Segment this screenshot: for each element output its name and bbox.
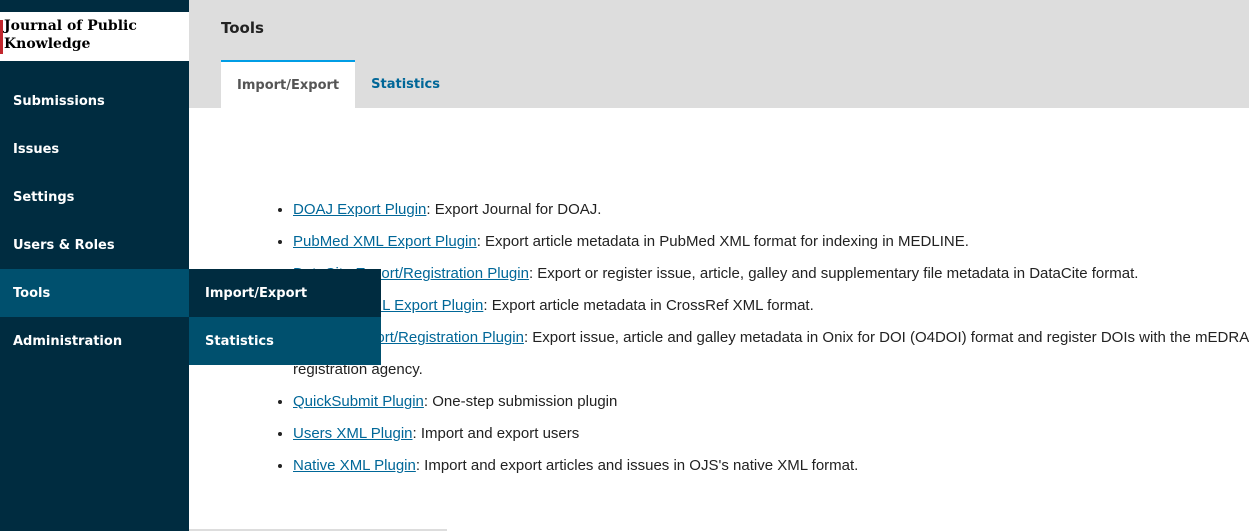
list-item: Native XML Plugin: Import and export art… xyxy=(293,450,1249,482)
tools-flyout-menu: Import/Export Statistics xyxy=(189,269,381,365)
tab-import-export[interactable]: Import/Export xyxy=(221,60,356,108)
sidebar-item-issues[interactable]: Issues xyxy=(0,125,189,173)
tab-bar: Import/Export Statistics xyxy=(221,60,456,108)
plugin-link-native-xml[interactable]: Native XML Plugin xyxy=(293,457,416,474)
list-item: Users XML Plugin: Import and export user… xyxy=(293,418,1249,450)
sidebar-item-submissions[interactable]: Submissions xyxy=(0,77,189,125)
sidebar-item-administration[interactable]: Administration xyxy=(0,317,189,365)
plugin-description: : Export article metadata in CrossRef XM… xyxy=(483,297,814,314)
plugin-link-doaj[interactable]: DOAJ Export Plugin xyxy=(293,201,426,218)
page-header: Tools Import/Export Statistics xyxy=(189,0,1249,108)
plugin-link-pubmed[interactable]: PubMed XML Export Plugin xyxy=(293,233,477,250)
plugin-description: : Export or register issue, article, gal… xyxy=(528,265,1139,282)
logo-mark-icon xyxy=(0,20,3,54)
journal-logo[interactable]: Journal of Public Knowledge xyxy=(0,12,189,61)
plugin-description: : One-step submission plugin xyxy=(423,393,618,410)
sidebar-item-tools[interactable]: Tools xyxy=(0,269,189,317)
plugin-description: : Export article metadata in PubMed XML … xyxy=(476,233,969,250)
plugin-link-quicksubmit[interactable]: QuickSubmit Plugin xyxy=(293,393,424,410)
flyout-item-import-export[interactable]: Import/Export xyxy=(189,269,381,317)
page-title: Tools xyxy=(221,19,264,37)
list-item: mEDRA Export/Registration Plugin: Export… xyxy=(293,322,1249,386)
tab-statistics[interactable]: Statistics xyxy=(355,60,456,108)
plugin-description: : Import and export articles and issues … xyxy=(415,457,859,474)
journal-title: Journal of Public Knowledge xyxy=(4,18,137,52)
plugin-description: : Import and export users xyxy=(412,425,580,442)
plugin-list: DOAJ Export Plugin: Export Journal for D… xyxy=(273,194,1249,482)
list-item: PubMed XML Export Plugin: Export article… xyxy=(293,226,1249,258)
list-item: QuickSubmit Plugin: One-step submission … xyxy=(293,386,1249,418)
list-item: DOAJ Export Plugin: Export Journal for D… xyxy=(293,194,1249,226)
list-item: DataCite Export/Registration Plugin: Exp… xyxy=(293,258,1249,290)
sidebar-item-users-roles[interactable]: Users & Roles xyxy=(0,221,189,269)
sidebar: Journal of Public Knowledge Submissions … xyxy=(0,0,189,531)
sidebar-nav: Submissions Issues Settings Users & Role… xyxy=(0,77,189,365)
plugin-description: : Export Journal for DOAJ. xyxy=(426,201,602,218)
flyout-item-statistics[interactable]: Statistics xyxy=(189,317,381,365)
sidebar-item-settings[interactable]: Settings xyxy=(0,173,189,221)
plugin-link-users-xml[interactable]: Users XML Plugin xyxy=(293,425,413,442)
list-item: CrossRef XML Export Plugin: Export artic… xyxy=(293,290,1249,322)
